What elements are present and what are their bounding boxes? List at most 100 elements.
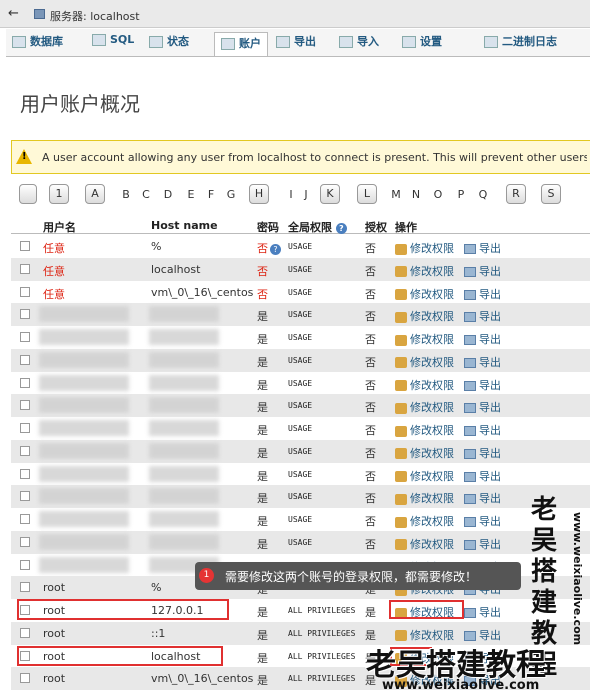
row-checkbox[interactable] <box>20 309 30 320</box>
export-label: 导出 <box>479 424 501 437</box>
row-checkbox[interactable] <box>20 354 30 365</box>
filter-letter-r[interactable]: R <box>506 184 526 204</box>
row-checkbox[interactable] <box>20 491 30 502</box>
row-checkbox[interactable] <box>20 445 30 456</box>
filter-letter-1[interactable]: 1 <box>49 184 69 204</box>
redacted-host <box>149 488 219 505</box>
edit-privileges-link[interactable]: 修改权限 <box>395 422 454 438</box>
export-link[interactable]: 导出 <box>464 354 501 370</box>
table-row: 任意 localhost 否 USAGE 否 修改权限 导出 <box>11 257 590 281</box>
row-checkbox[interactable] <box>20 514 30 524</box>
export-link[interactable]: 导出 <box>464 263 501 279</box>
cell-privileges: ALL PRIVILEGES <box>288 628 356 638</box>
edit-privileges-link[interactable]: 修改权限 <box>395 240 454 256</box>
cell-privileges: USAGE <box>288 537 313 547</box>
tab-accounts[interactable]: 账户 <box>214 32 268 56</box>
row-checkbox[interactable] <box>20 423 30 433</box>
filter-letter-g[interactable]: G <box>224 188 238 201</box>
row-checkbox[interactable] <box>20 536 30 547</box>
filter-letter-k[interactable]: K <box>320 184 340 204</box>
cell-password: 是 <box>257 422 268 438</box>
filter-letter-h[interactable]: H <box>249 184 269 204</box>
filter-letter-b[interactable]: B <box>119 188 133 201</box>
filter-letter-e[interactable]: E <box>184 188 198 201</box>
edit-privileges-link[interactable]: 修改权限 <box>395 308 454 324</box>
export-label: 导出 <box>479 492 501 506</box>
row-checkbox[interactable] <box>20 582 30 593</box>
export-icon <box>464 539 476 550</box>
row-checkbox[interactable] <box>20 400 30 411</box>
export-icon <box>464 471 476 482</box>
table-row: 是 USAGE 否 修改权限 导出 <box>11 326 590 349</box>
tab-binlog[interactable]: 二进制日志 <box>484 33 557 53</box>
tab-sql[interactable]: SQL <box>92 33 134 53</box>
redacted-user <box>39 351 129 368</box>
help-icon[interactable]: ? <box>270 243 281 255</box>
export-label: 导出 <box>479 515 501 528</box>
filter-letter-d[interactable]: D <box>161 188 175 201</box>
filter-letter-blank[interactable] <box>19 184 37 204</box>
tab-status[interactable]: 状态 <box>149 33 189 53</box>
edit-privileges-link[interactable]: 修改权限 <box>395 536 454 552</box>
tab-export[interactable]: 导出 <box>276 33 316 53</box>
tab-settings[interactable]: 设置 <box>402 33 442 53</box>
cell-grant: 否 <box>365 446 376 460</box>
export-link[interactable]: 导出 <box>464 399 501 415</box>
settings-icon <box>402 36 416 48</box>
edit-privileges-link[interactable]: 修改权限 <box>395 468 454 484</box>
cell-password: 是 <box>257 650 268 666</box>
filter-letter-j[interactable]: J <box>299 188 313 201</box>
edit-privileges-link[interactable]: 修改权限 <box>395 331 454 347</box>
export-link[interactable]: 导出 <box>464 240 501 256</box>
table-row: 是 USAGE 否 修改权限 导出 <box>11 485 590 509</box>
filter-letter-n[interactable]: N <box>409 188 423 201</box>
edit-privileges-link[interactable]: 修改权限 <box>395 286 454 302</box>
edit-privileges-icon <box>395 289 407 300</box>
export-link[interactable]: 导出 <box>464 422 501 438</box>
row-checkbox[interactable] <box>20 263 30 274</box>
export-link[interactable]: 导出 <box>464 377 501 393</box>
filter-letter-f[interactable]: F <box>204 188 218 201</box>
tab-databases[interactable]: 数据库 <box>12 33 63 53</box>
export-link[interactable]: 导出 <box>464 308 501 324</box>
warning-notice: ! A user account allowing any user from … <box>11 140 590 174</box>
filter-letter-m[interactable]: M <box>389 188 403 201</box>
export-link[interactable]: 导出 <box>464 490 501 506</box>
row-checkbox[interactable] <box>20 332 30 342</box>
tab-import[interactable]: 导入 <box>339 33 379 53</box>
export-link[interactable]: 导出 <box>464 536 501 552</box>
filter-letter-s[interactable]: S <box>541 184 561 204</box>
edit-privileges-label: 修改权限 <box>410 401 454 415</box>
filter-letter-i[interactable]: I <box>284 188 298 201</box>
edit-privileges-link[interactable]: 修改权限 <box>395 263 454 279</box>
row-checkbox[interactable] <box>20 627 30 638</box>
row-checkbox[interactable] <box>20 468 30 479</box>
redacted-user <box>39 420 129 436</box>
edit-privileges-link[interactable]: 修改权限 <box>395 377 454 393</box>
edit-privileges-link[interactable]: 修改权限 <box>395 490 454 506</box>
row-checkbox[interactable] <box>20 241 30 251</box>
row-checkbox[interactable] <box>20 559 30 570</box>
filter-letter-l[interactable]: L <box>357 184 377 204</box>
export-link[interactable]: 导出 <box>464 513 501 529</box>
export-link[interactable]: 导出 <box>464 286 501 302</box>
filter-letter-o[interactable]: O <box>431 188 445 201</box>
edit-privileges-link[interactable]: 修改权限 <box>395 513 454 529</box>
table-row: 是 USAGE 否 修改权限 导出 <box>11 508 590 531</box>
export-link[interactable]: 导出 <box>464 468 501 484</box>
row-checkbox[interactable] <box>20 286 30 297</box>
row-checkbox[interactable] <box>20 377 30 388</box>
back-arrow-icon[interactable]: ← <box>8 6 19 21</box>
export-link[interactable]: 导出 <box>464 445 501 461</box>
edit-privileges-link[interactable]: 修改权限 <box>395 354 454 370</box>
edit-privileges-link[interactable]: 修改权限 <box>395 445 454 461</box>
edit-privileges-link[interactable]: 修改权限 <box>395 399 454 415</box>
help-icon[interactable]: ? <box>335 222 347 234</box>
export-link[interactable]: 导出 <box>464 604 501 620</box>
filter-letter-a[interactable]: A <box>85 184 105 204</box>
export-link[interactable]: 导出 <box>464 331 501 347</box>
filter-letter-c[interactable]: C <box>139 188 153 201</box>
filter-letter-p[interactable]: P <box>454 188 468 201</box>
filter-letter-q[interactable]: Q <box>476 188 490 201</box>
row-checkbox[interactable] <box>20 673 30 684</box>
